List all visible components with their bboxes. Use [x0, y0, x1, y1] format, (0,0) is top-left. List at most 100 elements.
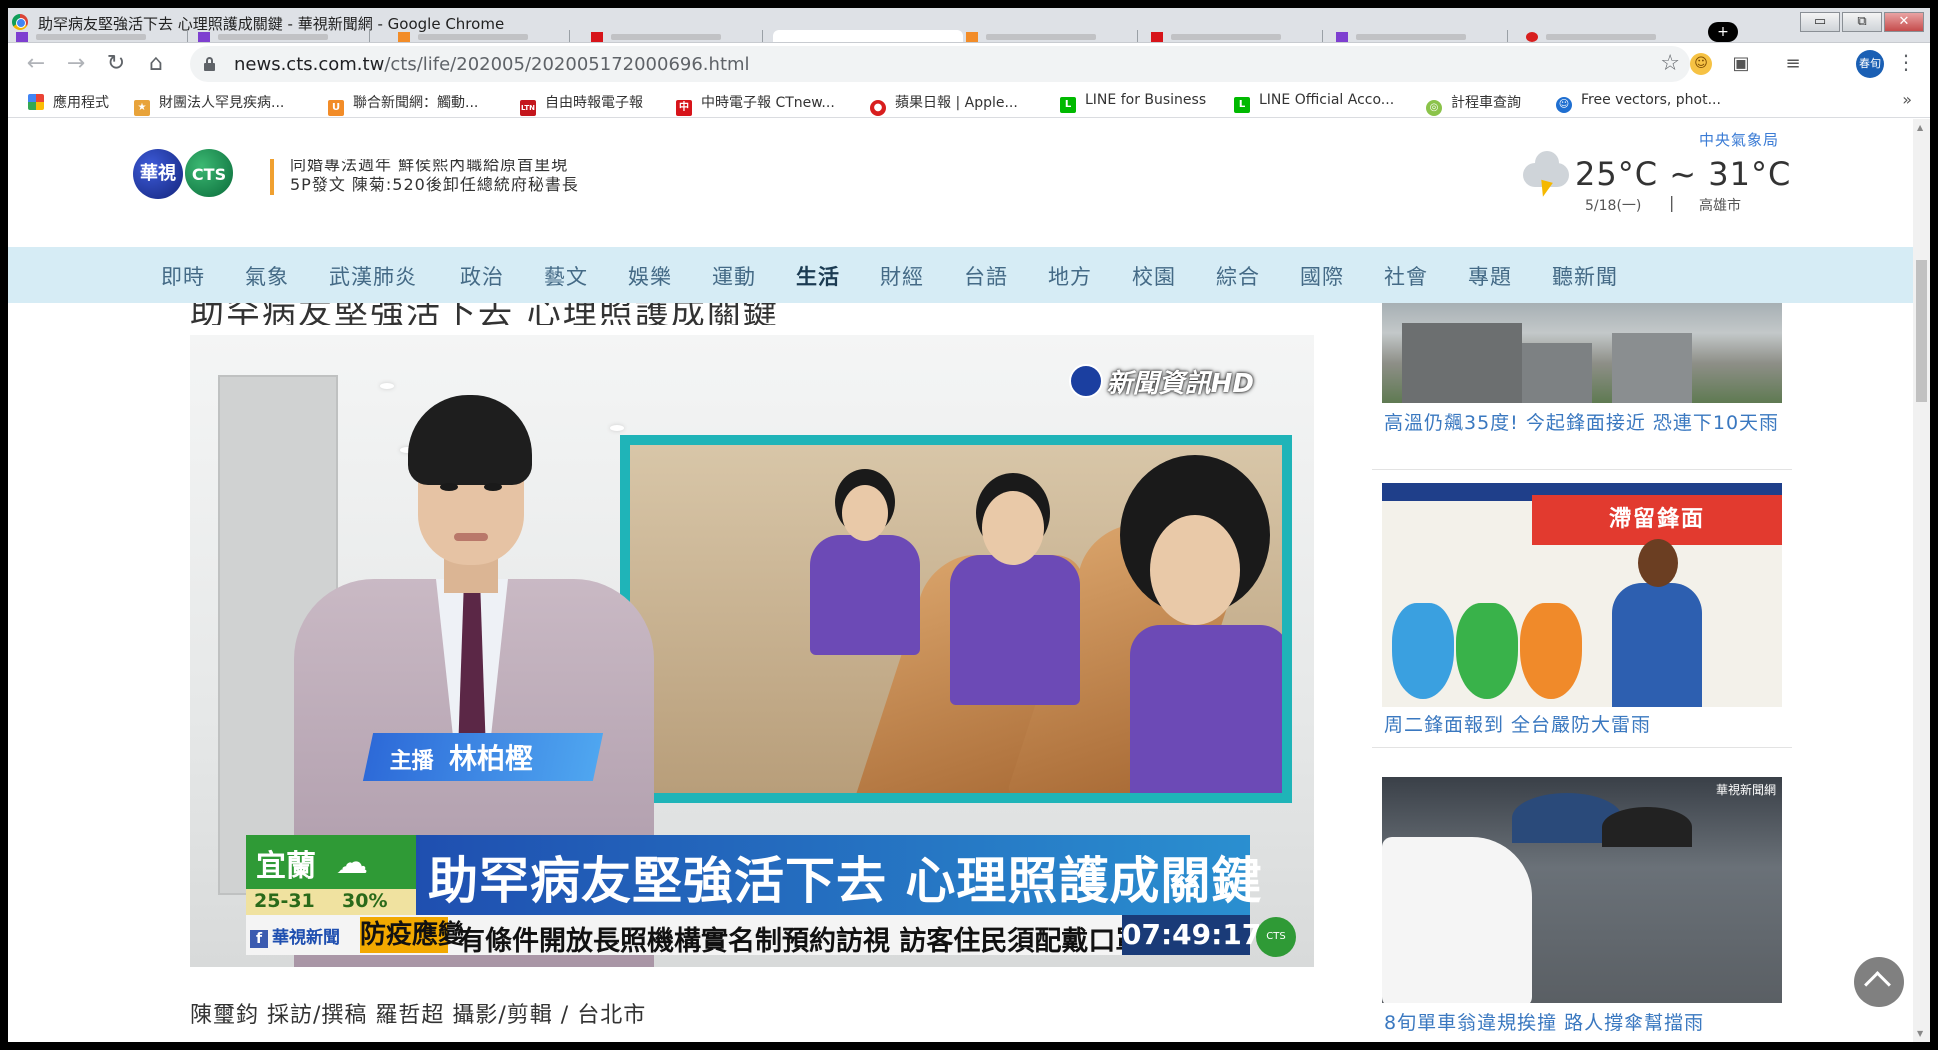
- lt-headline-text: 助罕病友堅強活下去 心理照護成關鍵: [428, 852, 1263, 910]
- bookmark-item[interactable]: ◎ 計程車查詢: [1426, 92, 1521, 116]
- bookmark-item[interactable]: L LINE for Business: [1060, 92, 1207, 113]
- weather-separator: |: [1669, 193, 1675, 212]
- logo-hua: 華視: [133, 149, 183, 199]
- patient-figure: [1130, 625, 1282, 793]
- weather-date: 5/18(一): [1585, 198, 1642, 214]
- news-caption[interactable]: 高溫仍飆35度! 今起鋒面接近 恐連下10天雨: [1384, 411, 1784, 436]
- nav-item[interactable]: 國際: [1300, 261, 1344, 291]
- nav-item[interactable]: 即時: [161, 261, 205, 291]
- new-tab-button[interactable]: +: [1708, 22, 1738, 42]
- nav-item-active[interactable]: 生活: [796, 261, 840, 291]
- nav-item[interactable]: 校園: [1132, 261, 1176, 291]
- emoji-extension-icon[interactable]: ☺: [1690, 53, 1712, 75]
- lt-facebook: f 華視新聞: [250, 923, 340, 948]
- related-news-card[interactable]: 華視新聞網 8旬單車翁違規挨撞 路人撐傘幫擋雨: [1372, 777, 1792, 1042]
- related-news-card[interactable]: 滯留鋒面 周二鋒面報到 全台嚴防大雷雨: [1372, 483, 1792, 753]
- nav-item[interactable]: 武漢肺炎: [329, 261, 417, 291]
- news-thumbnail[interactable]: 華視新聞網: [1382, 777, 1782, 1003]
- tab[interactable]: [583, 30, 763, 42]
- nav-item[interactable]: 台語: [964, 261, 1008, 291]
- tab[interactable]: [8, 30, 188, 42]
- nav-item[interactable]: 政治: [460, 261, 504, 291]
- url-text[interactable]: news.cts.com.tw/cts/life/202005/20200517…: [234, 54, 750, 75]
- news-caption[interactable]: 周二鋒面報到 全台嚴防大雷雨: [1384, 713, 1784, 738]
- scrollbar-thumb[interactable]: [1916, 260, 1927, 402]
- reload-icon[interactable]: ↻: [102, 50, 130, 78]
- thunderstorm-icon: [1519, 151, 1573, 201]
- scroll-down-icon[interactable]: ▼: [1917, 1029, 1923, 1038]
- page-viewport: 華視 CTS 同婚專法週年 鮮侯熙內職給原首里現 5P發文 陳菊:520後卸任總…: [8, 119, 1930, 1042]
- nav-item[interactable]: 運動: [712, 261, 756, 291]
- forward-icon[interactable]: →: [62, 50, 90, 78]
- chinatimes-icon: 中: [676, 100, 692, 116]
- tab[interactable]: [1143, 30, 1323, 42]
- logo-cts: CTS: [183, 147, 235, 199]
- bookmark-item[interactable]: ☺ Free vectors, phot...: [1556, 92, 1721, 113]
- line-official-icon: L: [1234, 97, 1250, 113]
- star-icon[interactable]: ☆: [1660, 51, 1680, 76]
- profile-avatar[interactable]: 春旬: [1856, 50, 1884, 78]
- page-scrollbar[interactable]: ▲ ▼: [1913, 119, 1930, 1042]
- nav-item[interactable]: 娛樂: [628, 261, 672, 291]
- weather-source: 中央氣象局: [1698, 131, 1779, 149]
- lt-ticker-bar: f 華視新聞 防疫應變 有條件開放長照機構實名制預約訪視 訪客住民須配戴口罩: [246, 915, 1250, 957]
- cts-logo[interactable]: 華視 CTS: [133, 147, 243, 199]
- nav-item[interactable]: 財經: [880, 261, 924, 291]
- tab[interactable]: [390, 30, 570, 42]
- bookmark-item[interactable]: ● 蘋果日報 | Apple...: [870, 92, 1018, 116]
- url-domain: news.cts.com.tw: [234, 54, 385, 75]
- bookmark-item[interactable]: LTN 自由時報電子報: [520, 92, 643, 116]
- headline-ticker[interactable]: 同婚專法週年 鮮侯熙內職給原首里現 5P發文 陳菊:520後卸任總統府秘書長: [270, 159, 670, 195]
- nav-item[interactable]: 綜合: [1216, 261, 1260, 291]
- news-caption[interactable]: 8旬單車翁違規挨撞 路人撐傘幫擋雨: [1384, 1011, 1784, 1036]
- lock-icon[interactable]: [204, 57, 215, 71]
- bookmark-label: 自由時報電子報: [545, 95, 643, 111]
- reading-list-icon[interactable]: ≡: [1782, 53, 1804, 75]
- umbrella-icon: [1602, 807, 1692, 847]
- nav-item[interactable]: 氣象: [245, 261, 289, 291]
- cts-news-icon: CTS: [1256, 917, 1296, 957]
- browser-window: 助罕病友堅強活下去 心理照護成關鍵 - 華視新聞網 - Google Chrom…: [8, 8, 1930, 1042]
- tab[interactable]: [190, 30, 370, 42]
- minimize-button[interactable]: ▭: [1800, 12, 1840, 32]
- news-thumbnail[interactable]: [1382, 303, 1782, 403]
- facebook-icon: f: [250, 930, 268, 948]
- bookmark-item[interactable]: U 聯合新聞網：觸動...: [328, 92, 478, 116]
- cast-icon[interactable]: ▣: [1730, 53, 1752, 75]
- bookmarks-overflow-icon[interactable]: »: [1902, 90, 1912, 109]
- nav-item[interactable]: 藝文: [544, 261, 588, 291]
- bookmark-item[interactable]: ★ 財團法人罕見疾病...: [134, 92, 284, 116]
- patient-figure: [810, 535, 920, 655]
- nav-item[interactable]: 社會: [1384, 261, 1428, 291]
- video-inset-frame: [620, 435, 1292, 803]
- tab[interactable]: [958, 30, 1138, 42]
- browser-toolbar: ← → ↻ ⌂ news.cts.com.tw/cts/life/202005/…: [8, 42, 1930, 84]
- news-thumbnail[interactable]: 滯留鋒面: [1382, 483, 1782, 707]
- restore-button[interactable]: ⧉: [1842, 12, 1882, 32]
- scroll-up-icon[interactable]: ▲: [1917, 123, 1923, 132]
- nav-item[interactable]: 地方: [1048, 261, 1092, 291]
- url-path: /cts/life/202005/202005172000696.html: [384, 54, 750, 75]
- nav-item[interactable]: 專題: [1468, 261, 1512, 291]
- bookmark-label: 計程車查詢: [1451, 95, 1521, 111]
- back-icon[interactable]: ←: [22, 50, 50, 78]
- tab-active[interactable]: [773, 30, 963, 42]
- bookmark-item[interactable]: 中中時電子報 CTnew...: [676, 92, 835, 116]
- address-bar[interactable]: news.cts.com.tw/cts/life/202005/20200517…: [190, 46, 1690, 82]
- article-byline: 陳璽鈞 採訪/撰稿 羅哲超 攝影/剪輯 / 台北市: [190, 1003, 647, 1028]
- news-video-player[interactable]: 新聞資訊HD 主播 林柏樫 宜蘭 ☁ 25-31 30% 助罕病友堅強活下去 心…: [190, 335, 1314, 967]
- lt-clock: 07:49:17: [1122, 915, 1261, 955]
- nav-item[interactable]: 聽新聞: [1552, 261, 1618, 291]
- lt-tag: 防疫應變: [360, 917, 464, 953]
- home-icon[interactable]: ⌂: [142, 50, 170, 78]
- bookmark-apps[interactable]: 應用程式: [28, 92, 109, 112]
- lt-temp: 25-31: [254, 890, 315, 912]
- tab[interactable]: [1328, 30, 1508, 42]
- close-button[interactable]: ✕: [1884, 12, 1924, 32]
- bookmark-label: LINE for Business: [1085, 92, 1207, 108]
- anchor-namebar: 主播 林柏樫: [362, 733, 604, 781]
- menu-icon[interactable]: ⋮: [1896, 50, 1916, 74]
- tab[interactable]: [1518, 30, 1698, 42]
- bookmark-item[interactable]: L LINE Official Acco...: [1234, 92, 1394, 113]
- back-to-top-button[interactable]: [1854, 957, 1904, 1007]
